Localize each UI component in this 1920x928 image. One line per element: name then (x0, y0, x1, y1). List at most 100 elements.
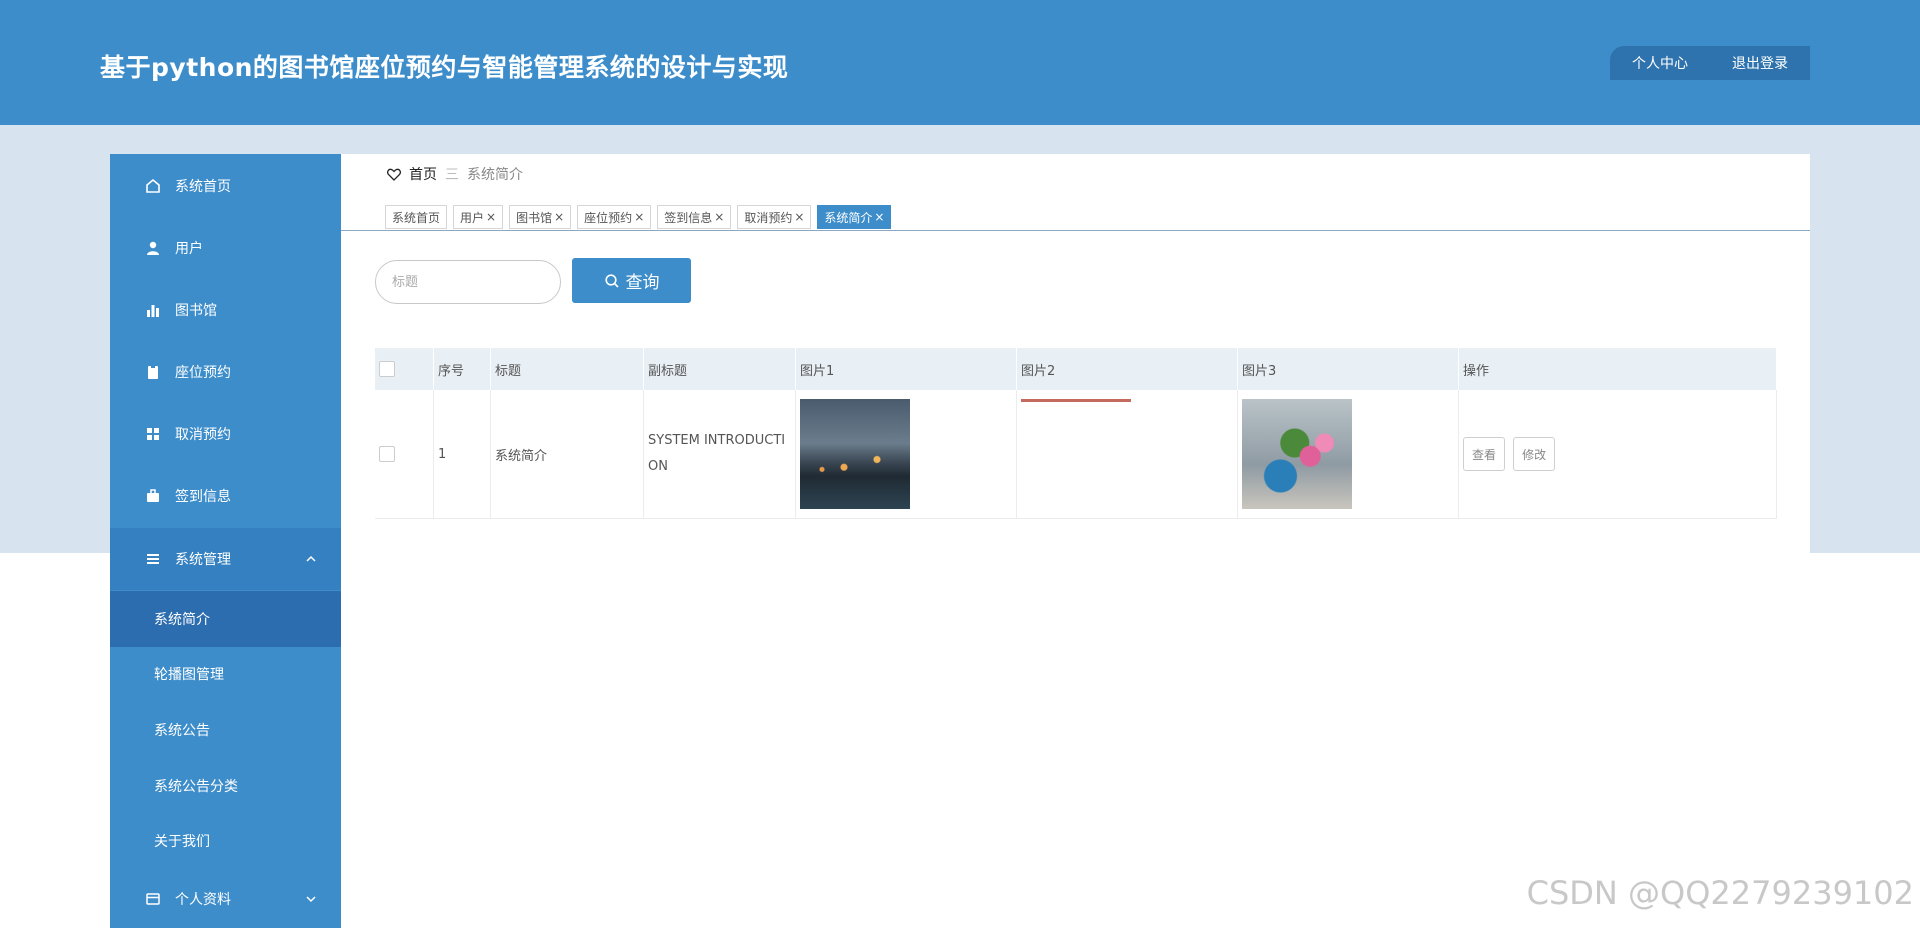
sidebar-item-label: 座位预约 (175, 365, 231, 381)
view-button[interactable]: 查看 (1463, 437, 1505, 471)
select-all-cell (375, 348, 434, 390)
tab-label: 签到信息 (664, 210, 713, 225)
sidebar-subitem-label: 系统公告分类 (154, 779, 238, 795)
tab-label: 系统首页 (392, 210, 441, 225)
tab-label: 图书馆 (516, 210, 553, 225)
search-button-label: 查询 (625, 273, 660, 293)
sidebar-item-label: 取消预约 (175, 427, 231, 443)
sidebar-subitem-system-intro[interactable]: 系统简介 (110, 591, 341, 647)
chevron-up-icon (305, 555, 317, 563)
close-icon[interactable]: × (714, 210, 724, 224)
breadcrumb-home[interactable]: 首页 (409, 164, 437, 184)
sidebar-item-label: 图书馆 (175, 303, 217, 319)
search-button[interactable]: 查询 (572, 258, 691, 303)
tab-system-intro[interactable]: 系统简介 × (817, 205, 892, 229)
search-title-input[interactable] (375, 260, 561, 304)
sidebar-item-label: 系统首页 (175, 179, 231, 195)
row-image3-cell (1237, 390, 1459, 519)
breadcrumb: 首页 三 系统简介 (387, 164, 523, 184)
table-row: 1 系统简介 SYSTEM INTRODUCTION 查看 修改 (375, 390, 1777, 519)
tabs-divider (341, 230, 1810, 231)
tab-checkin[interactable]: 签到信息 × (657, 205, 732, 229)
sidebar-item-label: 用户 (175, 241, 203, 257)
row-index: 1 (433, 390, 491, 519)
close-icon[interactable]: × (554, 210, 564, 224)
heart-icon (387, 168, 401, 181)
tab-label: 系统简介 (824, 210, 873, 225)
close-icon[interactable]: × (874, 210, 884, 224)
sidebar-subitem-label: 系统公告 (154, 723, 210, 739)
sidebar-item-cancel-reservation[interactable]: 取消预约 (110, 409, 341, 459)
menu-icon (144, 550, 162, 568)
tab-user[interactable]: 用户 × (453, 205, 504, 229)
row-actions-cell: 查看 修改 (1458, 390, 1777, 519)
column-header[interactable]: 副标题 (643, 348, 796, 390)
sidebar-subitem-carousel[interactable]: 轮播图管理 (110, 647, 341, 701)
tab-label: 取消预约 (744, 210, 793, 225)
home-icon (144, 177, 162, 195)
close-icon[interactable]: × (634, 210, 644, 224)
tab-bar: 系统首页 用户 × 图书馆 × 座位预约 × 签到信息 × 取消预约 × 系统简介 × (385, 205, 892, 229)
tab-label: 用户 (460, 210, 485, 225)
column-header[interactable]: 图片1 (795, 348, 1017, 390)
watermark: CSDN @QQ2279239102 (1526, 874, 1914, 912)
row-image1-cell (795, 390, 1017, 519)
clipboard-icon (144, 363, 162, 381)
select-all-checkbox[interactable] (379, 361, 395, 377)
sidebar: 系统首页 用户 图书馆 座位预约 取消预约 签到信息 系统管理 系统简介 轮播图… (110, 154, 341, 928)
sidebar-subitem-about[interactable]: 关于我们 (110, 814, 341, 868)
sidebar-group-system[interactable]: 系统管理 (110, 528, 341, 590)
sidebar-subitem-label: 轮播图管理 (154, 667, 224, 683)
breadcrumb-separator: 三 (445, 167, 459, 183)
sidebar-subitem-label: 系统简介 (154, 612, 210, 628)
tab-label: 座位预约 (584, 210, 633, 225)
data-table: 序号 标题 副标题 图片1 图片2 图片3 操作 1 系统简介 SYSTEM I… (375, 348, 1777, 519)
row-select-cell (375, 390, 434, 519)
app-title: 基于python的图书馆座位预约与智能管理系统的设计与实现 (100, 53, 789, 82)
sidebar-group-profile[interactable]: 个人资料 (110, 874, 341, 924)
blank-image[interactable] (1021, 399, 1131, 509)
row-title: 系统简介 (490, 390, 644, 519)
sidebar-item-home[interactable]: 系统首页 (110, 161, 341, 211)
column-header[interactable]: 操作 (1458, 348, 1777, 390)
sidebar-subitem-label: 关于我们 (154, 834, 210, 850)
tab-library[interactable]: 图书馆 × (509, 205, 572, 229)
chevron-down-icon (305, 895, 317, 903)
close-icon[interactable]: × (486, 210, 496, 224)
table-header-row: 序号 标题 副标题 图片1 图片2 图片3 操作 (375, 348, 1777, 390)
sidebar-item-user[interactable]: 用户 (110, 223, 341, 273)
edit-button[interactable]: 修改 (1513, 437, 1556, 471)
main-content: 首页 三 系统简介 系统首页 用户 × 图书馆 × 座位预约 × 签到信息 × 取消预约… (341, 154, 1810, 928)
user-menu: 个人中心 退出登录 (1610, 46, 1810, 80)
column-header[interactable]: 标题 (490, 348, 644, 390)
night-lake-image[interactable] (800, 399, 910, 509)
search-icon (604, 273, 620, 289)
bar-chart-icon (144, 301, 162, 319)
sidebar-subitem-announcement[interactable]: 系统公告 (110, 703, 341, 757)
sidebar-item-label: 签到信息 (175, 489, 231, 505)
briefcase-icon (144, 487, 162, 505)
row-image2-cell (1016, 390, 1238, 519)
sidebar-group-label: 系统管理 (175, 552, 231, 568)
logout-link[interactable]: 退出登录 (1732, 53, 1788, 73)
column-header[interactable]: 图片3 (1237, 348, 1459, 390)
sidebar-group-label: 个人资料 (175, 892, 231, 908)
flower-image[interactable] (1242, 399, 1352, 509)
close-icon[interactable]: × (794, 210, 804, 224)
sidebar-item-checkin[interactable]: 签到信息 (110, 471, 341, 521)
breadcrumb-current: 系统简介 (467, 167, 523, 183)
top-header: 基于python的图书馆座位预约与智能管理系统的设计与实现 个人中心 退出登录 (0, 0, 1920, 125)
grid-icon (144, 425, 162, 443)
tab-cancel-reservation[interactable]: 取消预约 × (737, 205, 812, 229)
tab-seat-reservation[interactable]: 座位预约 × (577, 205, 652, 229)
personal-center-link[interactable]: 个人中心 (1632, 53, 1688, 73)
row-checkbox[interactable] (379, 446, 395, 462)
column-header[interactable]: 图片2 (1016, 348, 1238, 390)
user-icon (144, 239, 162, 257)
sidebar-item-seat-reservation[interactable]: 座位预约 (110, 347, 341, 397)
column-header[interactable]: 序号 (433, 348, 491, 390)
tab-home[interactable]: 系统首页 (385, 205, 448, 229)
sidebar-subitem-announcement-category[interactable]: 系统公告分类 (110, 759, 341, 813)
card-icon (144, 890, 162, 908)
sidebar-item-library[interactable]: 图书馆 (110, 285, 341, 335)
